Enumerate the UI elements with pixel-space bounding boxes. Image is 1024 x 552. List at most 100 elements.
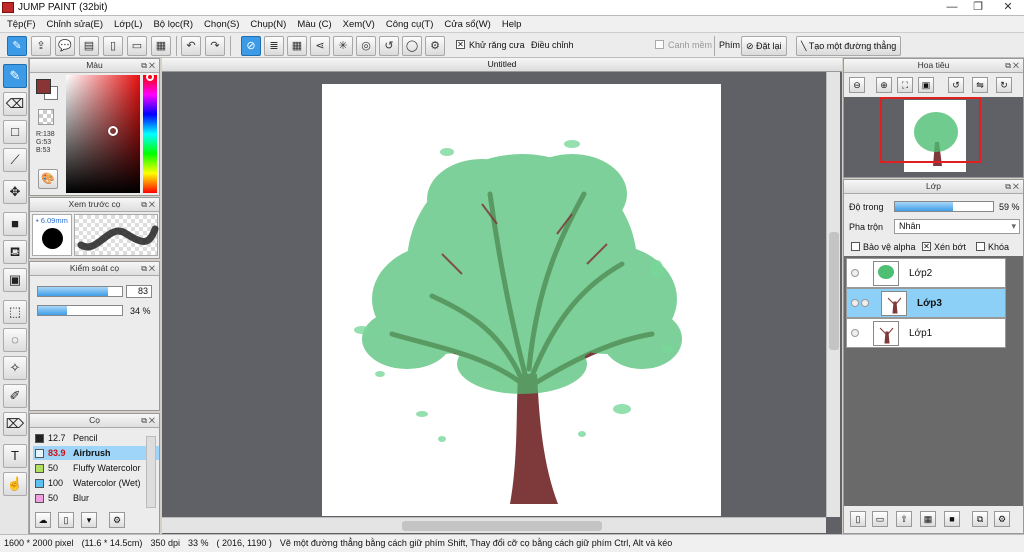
menu-view[interactable]: Xem(V) (340, 19, 383, 30)
fill-rect-tool-icon[interactable]: ■ (3, 212, 27, 236)
new-layer-folder-icon[interactable]: ▭ (872, 511, 888, 527)
comment-icon[interactable]: ▤ (79, 36, 99, 56)
straight-line-button[interactable]: ╲ Tạo một đường thẳng (796, 36, 902, 56)
menu-capture[interactable]: Chụp(N) (247, 19, 294, 30)
drawing-canvas[interactable] (322, 84, 721, 516)
restore-button[interactable]: ❐ (966, 0, 990, 16)
transparent-color-icon[interactable] (38, 109, 54, 125)
navigator-view-frame[interactable] (880, 97, 981, 163)
document-tab[interactable]: Untitled (162, 58, 842, 72)
layer-row-lop2[interactable]: Lớp2 (846, 258, 1006, 288)
brush-item[interactable]: 100 Watercolor (Wet) (33, 476, 159, 490)
layer-up-icon[interactable]: ⇧ (896, 511, 912, 527)
menu-window[interactable]: Cửa sổ(W) (441, 19, 498, 30)
grid-ruler-icon[interactable]: ▦ (287, 36, 307, 56)
lock-checkbox[interactable] (976, 242, 985, 251)
menu-tools[interactable]: Công cụ(T) (383, 19, 442, 30)
zoom-in-icon[interactable]: ⊕ (876, 77, 892, 93)
layer-row-lop1[interactable]: Lớp1 (846, 318, 1006, 348)
actual-size-icon[interactable]: ▣ (918, 77, 934, 93)
protect-alpha-checkbox[interactable] (851, 242, 860, 251)
text-tool-icon[interactable]: T (3, 444, 27, 468)
horizontal-scroll-thumb[interactable] (402, 521, 602, 531)
hue-handle[interactable] (146, 73, 154, 81)
layer-mask-icon[interactable]: ▦ (920, 511, 936, 527)
hue-slider[interactable] (143, 73, 157, 193)
parallel-ruler-icon[interactable]: ≣ (264, 36, 284, 56)
concentric-ruler-icon[interactable]: ◎ (356, 36, 376, 56)
menu-color[interactable]: Màu (C) (294, 19, 339, 30)
visibility-eye-icon[interactable] (851, 299, 859, 307)
panel-controls-icon[interactable]: ⧉✕ (141, 61, 157, 71)
select-eraser-tool-icon[interactable]: ⌦ (3, 412, 27, 436)
share-icon[interactable]: ⇪ (31, 36, 51, 56)
folder-icon[interactable]: ■ (944, 511, 960, 527)
visibility-eye-icon[interactable] (851, 269, 859, 277)
perspective-ruler-icon[interactable]: ⋖ (310, 36, 330, 56)
hand-tool-icon[interactable]: ☝ (3, 472, 27, 496)
panel-controls-icon[interactable]: ⧉✕ (141, 416, 157, 426)
zoom-out-icon[interactable]: ⊖ (849, 77, 865, 93)
palette-icon[interactable]: 🎨 (38, 169, 58, 189)
layer-settings-icon[interactable]: ⚙ (994, 511, 1010, 527)
ruler-settings-icon[interactable]: ⚙ (425, 36, 445, 56)
panel-controls-icon[interactable]: ⧉✕ (141, 264, 157, 274)
panel-controls-icon[interactable]: ⧉✕ (1005, 182, 1021, 192)
select-pen-tool-icon[interactable]: ✐ (3, 384, 27, 408)
eraser-tool-icon[interactable]: ⌫ (3, 92, 27, 116)
brush-size-slider[interactable] (37, 286, 123, 297)
menu-select[interactable]: Chọn(S) (201, 19, 247, 30)
ellipse-ruler-icon[interactable]: ◯ (402, 36, 422, 56)
move-tool-icon[interactable]: ✥ (3, 180, 27, 204)
close-button[interactable]: ✕ (996, 0, 1020, 16)
visibility-eye-icon[interactable] (851, 329, 859, 337)
color-saturation-field[interactable] (66, 75, 140, 193)
menu-edit[interactable]: Chỉnh sửa(E) (44, 19, 112, 30)
rectangle-tool-icon[interactable]: □ (3, 120, 27, 144)
layer-row-lop3[interactable]: Lớp3 (846, 288, 1006, 318)
brush-opacity-slider[interactable] (37, 305, 123, 316)
rotate-left-icon[interactable]: ↺ (948, 77, 964, 93)
navigator-preview[interactable] (844, 97, 1023, 177)
brush-item[interactable]: 50 Blur (33, 491, 159, 505)
blend-mode-select[interactable]: Nhân ▾ (894, 219, 1020, 234)
brush-size-input[interactable]: 83 (126, 285, 152, 298)
gradient-tool-icon[interactable]: ▣ (3, 268, 27, 292)
brush-item[interactable]: 83.9 Airbrush (33, 446, 159, 460)
curve-ruler-icon[interactable]: ↺ (379, 36, 399, 56)
magic-wand-tool-icon[interactable]: ✧ (3, 356, 27, 380)
minimize-button[interactable]: — (940, 0, 964, 16)
brush-list-scrollbar[interactable] (146, 436, 156, 508)
clip-checkbox[interactable]: ✕ (922, 242, 931, 251)
undo-icon[interactable]: ↶ (181, 36, 201, 56)
color-picker-handle[interactable] (108, 126, 118, 136)
new-brush-icon[interactable]: ▯ (58, 512, 74, 528)
primary-color-swatch[interactable] (36, 79, 51, 94)
new-layer-icon[interactable]: ▯ (850, 511, 866, 527)
layer-opacity-slider[interactable] (894, 201, 994, 212)
brush-settings-icon[interactable]: ⚙ (109, 512, 125, 528)
bucket-tool-icon[interactable]: ⛾ (3, 240, 27, 264)
brush-menu-icon[interactable]: ▾ (81, 512, 97, 528)
brush-item[interactable]: 50 Fluffy Watercolor (33, 461, 159, 475)
smooth-checkbox[interactable] (655, 40, 664, 49)
radial-ruler-icon[interactable]: ✳ (333, 36, 353, 56)
page-icon[interactable]: ▭ (127, 36, 147, 56)
menu-layer[interactable]: Lớp(L) (111, 19, 150, 30)
duplicate-layer-icon[interactable]: ⧉ (972, 511, 988, 527)
canvas-vertical-scrollbar[interactable] (826, 72, 840, 517)
brush-mode-icon[interactable]: ✎ (7, 36, 27, 56)
flip-icon[interactable]: ⇋ (972, 77, 988, 93)
menu-filter[interactable]: Bộ lọc(R) (150, 19, 201, 30)
grid-view-icon[interactable]: ▦ (151, 36, 171, 56)
menu-file[interactable]: Tệp(F) (4, 19, 44, 30)
reset-button[interactable]: ⊘ Đặt lại (741, 36, 787, 56)
rotate-right-icon[interactable]: ↻ (996, 77, 1012, 93)
menu-help[interactable]: Help (499, 19, 530, 30)
brush-item[interactable]: 12.7 Pencil (33, 431, 159, 445)
ruler-off-icon[interactable]: ⊘ (241, 36, 261, 56)
fit-view-icon[interactable]: ⛶ (897, 77, 913, 93)
line-tool-icon[interactable]: ⟋ (3, 148, 27, 172)
chat-icon[interactable]: 💬 (55, 36, 75, 56)
redo-icon[interactable]: ↷ (205, 36, 225, 56)
